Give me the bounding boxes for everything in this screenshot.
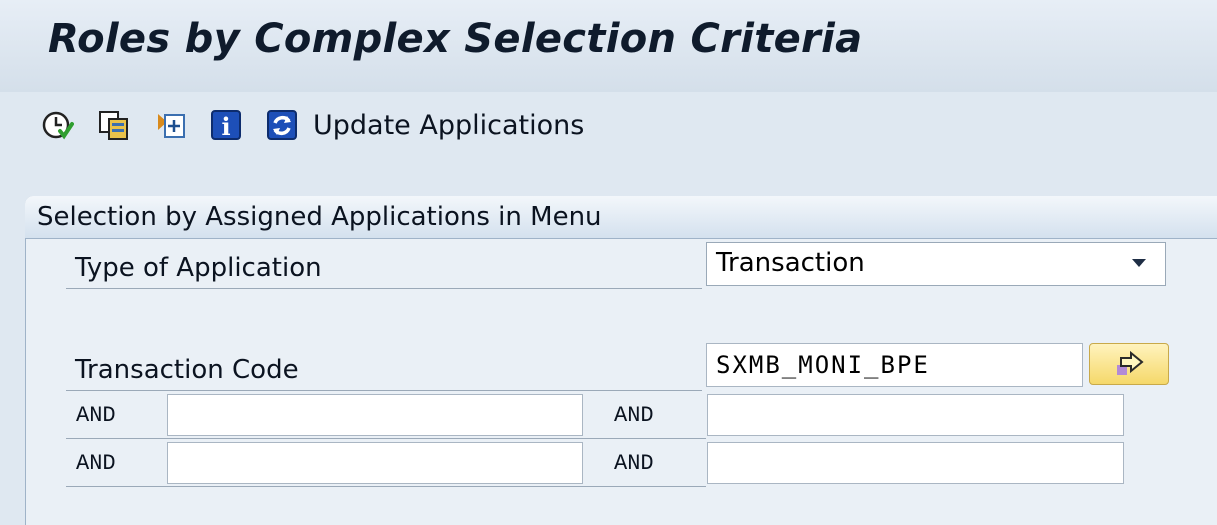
group-title: Selection by Assigned Applications in Me… [37, 202, 602, 232]
refresh-icon[interactable] [266, 109, 298, 141]
label-underline [66, 390, 702, 391]
and-label: AND [76, 403, 116, 428]
and-label: AND [76, 451, 116, 476]
multiple-selection-button[interactable] [1089, 343, 1169, 385]
row-underline [66, 486, 706, 487]
transaction-code-value: SXMB_MONI_BPE [716, 351, 930, 379]
and-field-2[interactable] [707, 394, 1124, 436]
and-field-4[interactable] [707, 442, 1124, 484]
chevron-down-icon[interactable] [1132, 259, 1146, 267]
copy-icon[interactable] [98, 109, 130, 141]
transaction-code-label: Transaction Code [75, 355, 299, 385]
arrow-right-icon [1117, 350, 1144, 375]
execute-icon[interactable] [42, 109, 74, 141]
and-field-1[interactable] [167, 394, 583, 436]
label-underline [66, 288, 702, 289]
page-title: Roles by Complex Selection Criteria [48, 16, 863, 62]
type-of-application-label: Type of Application [75, 253, 322, 283]
expand-icon[interactable] [155, 109, 187, 141]
and-label: AND [614, 451, 654, 476]
info-icon[interactable]: i [210, 109, 242, 141]
row-underline [66, 438, 706, 439]
svg-text:i: i [221, 112, 230, 141]
and-field-3[interactable] [167, 442, 583, 484]
type-of-application-value: Transaction [716, 248, 865, 278]
and-label: AND [614, 403, 654, 428]
update-applications-button[interactable]: Update Applications [313, 110, 584, 141]
